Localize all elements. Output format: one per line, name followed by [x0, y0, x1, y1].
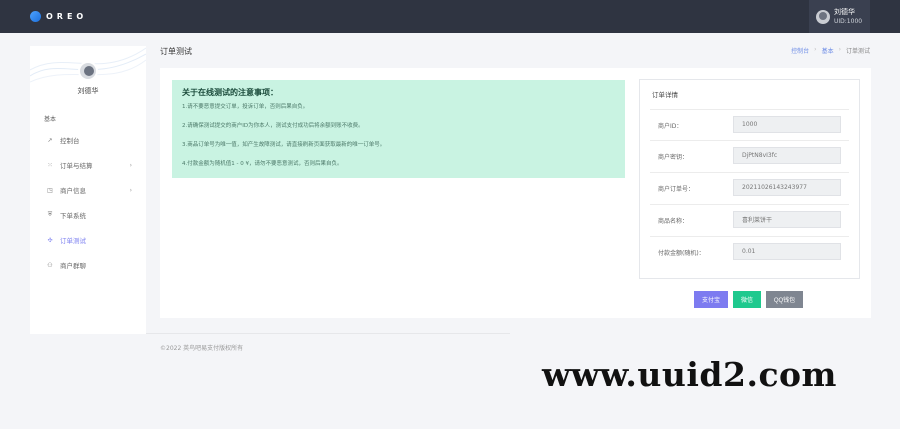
sidebar-item-merchant[interactable]: ◳ 商户信息 ›: [46, 183, 136, 197]
chevron-right-icon: ›: [129, 186, 132, 194]
notice-line: 2.请确保测试提交的商户ID为你本人，测试支付成功后将余额到账不收费。: [182, 123, 364, 129]
sidebar-item-order-test[interactable]: ✣ 订单测试: [46, 233, 136, 247]
merchant-id-row: 商户ID：: [650, 109, 849, 140]
payment-buttons: 支付宝 微信 QQ钱包: [694, 291, 803, 308]
store-icon: ◳: [47, 186, 53, 194]
grid-icon: ⁙: [47, 161, 53, 169]
merchant-key-field[interactable]: [733, 147, 841, 164]
notice-box: 关于在线测试的注意事项： 1.请不要恶意提交订单，投诉订单，否则后果自负。 2.…: [172, 80, 625, 178]
sidebar-item-label: 下单系统: [60, 212, 86, 220]
watermark: www.uuid2.com: [542, 355, 837, 394]
qq-wallet-button[interactable]: QQ钱包: [766, 291, 803, 308]
users-icon: ⚇: [47, 261, 53, 269]
sidebar-item-label: 商户信息: [60, 187, 86, 195]
user-uid: UID:1000: [834, 17, 863, 25]
chevron-right-icon: ›: [129, 161, 132, 169]
merchant-key-label: 商户密钥：: [658, 154, 689, 161]
shield-icon: ⛨: [47, 211, 53, 218]
merchant-id-label: 商户ID：: [658, 123, 683, 130]
product-name-label: 商品名称：: [658, 218, 689, 225]
breadcrumb-current: 订单测试: [845, 48, 870, 55]
notice-line: 1.请不要恶意提交订单，投诉订单，否则后果自负。: [182, 104, 309, 110]
sidebar-item-label: 订单与结算: [60, 162, 93, 170]
sidebar-item-orders[interactable]: ⁙ 订单与结算 ›: [46, 158, 136, 172]
breadcrumb-home[interactable]: 控制台: [791, 46, 809, 55]
sidebar-avatar: [78, 61, 98, 81]
alipay-button[interactable]: 支付宝: [694, 291, 728, 308]
main-card: 关于在线测试的注意事项： 1.请不要恶意提交订单，投诉订单，否则后果自负。 2.…: [160, 68, 871, 318]
dashboard-icon: ↗: [47, 136, 53, 144]
breadcrumb: 控制台 › 基本 › 订单测试: [791, 46, 870, 55]
footer-copyright: ©2022 英鸟吧易支付版权所有: [160, 345, 244, 352]
sidebar-item-dashboard[interactable]: ↗ 控制台: [46, 133, 136, 147]
order-detail-title: 订单详情: [652, 91, 678, 99]
notice-title: 关于在线测试的注意事项：: [182, 88, 278, 97]
amount-field[interactable]: [733, 243, 841, 260]
amount-row: 付款金额(随机)：: [650, 236, 849, 267]
avatar: [816, 9, 830, 24]
merchant-id-field[interactable]: [733, 116, 841, 133]
sidebar-item-label: 订单测试: [60, 237, 86, 245]
sidebar-section-label: 基本: [44, 116, 57, 123]
merchant-key-row: 商户密钥：: [650, 140, 849, 171]
amount-label: 付款金额(随机)：: [658, 250, 705, 257]
product-name-field[interactable]: [733, 211, 841, 228]
breadcrumb-separator: ›: [814, 46, 817, 53]
product-name-row: 商品名称：: [650, 204, 849, 235]
notice-line: 3.商品订单号为唯一值，如产生故障测试，请直接刷新页面获取最新的唯一订单号。: [182, 142, 386, 148]
footer-divider: [146, 333, 510, 334]
user-name: 刘德华: [834, 7, 855, 16]
order-number-row: 商户订单号：: [650, 172, 849, 203]
sidebar-username: 刘德华: [77, 87, 99, 95]
user-menu[interactable]: 刘德华 UID:1000: [809, 0, 870, 33]
breadcrumb-basic[interactable]: 基本: [822, 46, 834, 55]
notice-line: 4.付款金额为随机值1 - 0 ¥，请勿不要恶意测试，否则后果自负。: [182, 161, 343, 167]
page-title: 订单测试: [160, 47, 192, 56]
order-number-field[interactable]: [733, 179, 841, 196]
wechat-pay-button[interactable]: 微信: [733, 291, 761, 308]
top-bar: OREO 刘德华 UID:1000: [0, 0, 900, 33]
order-number-label: 商户订单号：: [658, 186, 695, 193]
breadcrumb-separator: ›: [838, 46, 841, 53]
logo-text: OREO: [46, 12, 88, 21]
order-detail-panel: 订单详情 商户ID： 商户密钥： 商户订单号： 商品名称： 付款金额(随机)：: [639, 79, 860, 279]
sidebar: 刘德华 基本 ↗ 控制台 ⁙ 订单与结算 › ◳ 商户信息 › ⛨ 下单系统 ✣…: [30, 46, 146, 334]
sidebar-item-group-chat[interactable]: ⚇ 商户群聊: [46, 258, 136, 272]
test-icon: ✣: [47, 236, 53, 244]
sidebar-item-order-system[interactable]: ⛨ 下单系统: [46, 208, 136, 222]
sidebar-item-label: 控制台: [60, 137, 80, 145]
logo-icon: [30, 11, 41, 22]
sidebar-item-label: 商户群聊: [60, 262, 86, 270]
logo[interactable]: OREO: [30, 11, 87, 22]
